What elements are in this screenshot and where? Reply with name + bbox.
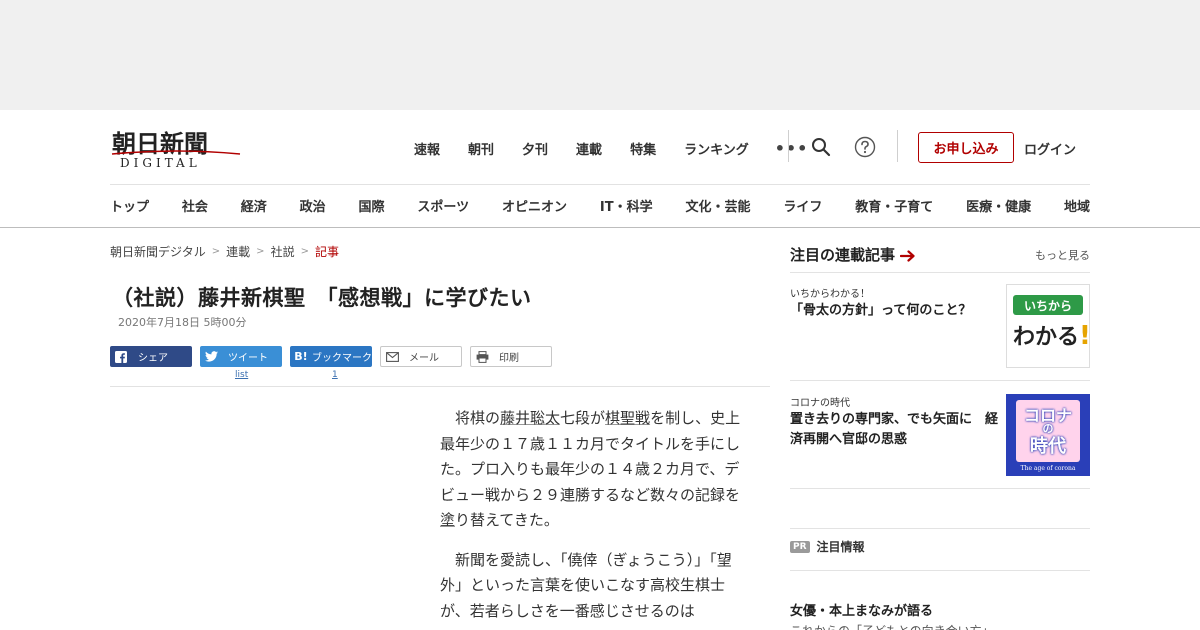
category-nav: トップ 社会 経済 政治 国際 スポーツ オピニオン IT・科学 文化・芸能 ラ… bbox=[110, 196, 1090, 215]
arrow-right-icon bbox=[900, 249, 915, 262]
twitter-count-link[interactable]: list bbox=[235, 370, 248, 380]
thumbnail-caption: The age of corona bbox=[1020, 465, 1076, 472]
see-more-link[interactable]: もっと見る bbox=[1035, 247, 1090, 263]
sidebar-heading-label: 注目の連載記事 bbox=[790, 246, 896, 264]
hatena-bookmark-button[interactable]: B! ブックマーク bbox=[290, 346, 372, 367]
breadcrumb: 朝日新聞デジタル > 連載 > 社説 > 記事 bbox=[110, 243, 339, 260]
sidebar-rule bbox=[790, 528, 1090, 529]
sidebar-rule bbox=[790, 380, 1090, 381]
logo-subtitle: DIGITAL bbox=[120, 156, 201, 170]
nav-features[interactable]: 特集 bbox=[630, 139, 656, 158]
print-button[interactable]: 印刷 bbox=[470, 346, 552, 367]
category-society[interactable]: 社会 bbox=[182, 196, 208, 215]
sidebar-rule bbox=[790, 272, 1090, 273]
search-icon[interactable] bbox=[808, 134, 834, 160]
facebook-share-button[interactable]: シェア bbox=[110, 346, 192, 367]
nav-evening[interactable]: 夕刊 bbox=[522, 139, 548, 158]
pr-section-heading: PR 注目情報 bbox=[790, 538, 865, 555]
breadcrumb-separator-icon: > bbox=[300, 246, 309, 257]
breadcrumb-editorial[interactable]: 社説 bbox=[271, 243, 295, 260]
thumbnail-line1: いちから bbox=[1023, 298, 1072, 313]
sidebar-rule bbox=[790, 488, 1090, 489]
more-menu-icon[interactable]: ••• bbox=[775, 139, 809, 158]
nav-morning[interactable]: 朝刊 bbox=[468, 139, 494, 158]
twitter-share-button[interactable]: ツイート bbox=[200, 346, 282, 367]
article-divider bbox=[110, 386, 770, 387]
category-culture[interactable]: 文化・芸能 bbox=[685, 196, 750, 215]
category-top[interactable]: トップ bbox=[110, 196, 149, 215]
twitter-bird-icon bbox=[200, 351, 222, 362]
promo-title[interactable]: 女優・本上まなみが語る bbox=[790, 600, 933, 619]
article-body: 将棋の藤井聡太七段が棋聖戦を制し、史上最年少の１７歳１１カ月でタイトルを手にした… bbox=[440, 406, 746, 630]
category-health[interactable]: 医療・健康 bbox=[966, 196, 1031, 215]
help-icon[interactable] bbox=[852, 134, 878, 160]
article-kicker: いちからわかる！ bbox=[790, 289, 870, 300]
twitter-share-label: ツイート bbox=[228, 353, 268, 364]
breadcrumb-separator-icon: > bbox=[256, 246, 265, 257]
site-logo[interactable]: 朝日新聞 DIGITAL bbox=[110, 124, 242, 170]
paragraph-text: 七段が bbox=[560, 409, 606, 427]
category-life[interactable]: ライフ bbox=[783, 196, 822, 215]
thumbnail-headline: わかる! bbox=[1013, 319, 1091, 351]
header-rule bbox=[110, 184, 1090, 185]
site-header: 朝日新聞 DIGITAL 速報 朝刊 夕刊 連載 特集 ランキング ••• お申… bbox=[0, 110, 1200, 228]
mail-share-label: メール bbox=[409, 353, 439, 364]
breadcrumb-home[interactable]: 朝日新聞デジタル bbox=[110, 243, 206, 260]
nav-series[interactable]: 連載 bbox=[576, 139, 602, 158]
print-label: 印刷 bbox=[499, 353, 519, 364]
glossary-link[interactable]: 塗 bbox=[440, 511, 455, 529]
breadcrumb-series[interactable]: 連載 bbox=[226, 243, 250, 260]
mail-share-button[interactable]: メール bbox=[380, 346, 462, 367]
category-economy[interactable]: 経済 bbox=[241, 196, 267, 215]
article-kicker: コロナの時代 bbox=[790, 398, 850, 409]
person-link[interactable]: 藤井聡太 bbox=[500, 409, 560, 427]
hatena-bookmark-label: ブックマーク bbox=[312, 353, 372, 364]
category-sports[interactable]: スポーツ bbox=[417, 196, 469, 215]
primary-nav: 速報 朝刊 夕刊 連載 特集 ランキング ••• bbox=[400, 137, 808, 159]
article-date: 2020年7月18日 5時00分 bbox=[118, 316, 247, 329]
paragraph-text: 将棋の bbox=[455, 409, 501, 427]
article-title: 「骨太の方針」って何のこと？ bbox=[790, 303, 972, 318]
subscribe-button[interactable]: お申し込み bbox=[918, 132, 1014, 163]
sidebar-heading[interactable]: 注目の連載記事 bbox=[790, 244, 916, 265]
paragraph-text: り替えてきた。 bbox=[455, 511, 559, 529]
topic-link[interactable]: 棋聖戦 bbox=[605, 409, 650, 427]
article-thumbnail: いちから わかる! bbox=[1006, 284, 1091, 368]
nav-ranking[interactable]: ランキング bbox=[684, 139, 749, 158]
ad-banner-area bbox=[0, 0, 1200, 110]
hatena-bookmark-icon: B! bbox=[294, 350, 308, 363]
article-title: 置き去りの専門家、でも矢面に 経済再開へ官邸の思惑 bbox=[790, 412, 999, 447]
category-it-science[interactable]: IT・科学 bbox=[600, 196, 653, 215]
login-link[interactable]: ログイン bbox=[1024, 139, 1076, 158]
header-divider bbox=[788, 130, 789, 162]
exclamation-icon: ! bbox=[1079, 321, 1091, 351]
breadcrumb-current: 記事 bbox=[314, 245, 339, 259]
category-international[interactable]: 国際 bbox=[359, 196, 385, 215]
pr-section-label: 注目情報 bbox=[816, 540, 865, 554]
promo-subtitle[interactable]: これからの「子どもとの向き合い方」 bbox=[790, 622, 994, 630]
mail-icon bbox=[381, 351, 403, 362]
pr-badge: PR bbox=[790, 540, 810, 553]
nav-breaking[interactable]: 速報 bbox=[414, 139, 440, 158]
thumbnail-line2: わかる bbox=[1013, 325, 1080, 350]
thumbnail-line3: 時代 bbox=[1030, 436, 1066, 457]
category-opinion[interactable]: オピニオン bbox=[502, 196, 567, 215]
breadcrumb-separator-icon: > bbox=[211, 246, 221, 257]
article-paragraph: 新聞を愛読し、「僥倖（ぎょうこう）」「望外」といった言葉を使いこなす高校生棋士が… bbox=[440, 550, 732, 620]
hatena-count-link[interactable]: 1 bbox=[332, 370, 338, 380]
article-paragraph: 将棋の藤井聡太七段が棋聖戦を制し、史上最年少の１７歳１１カ月でタイトルを手にした… bbox=[440, 406, 746, 534]
article-thumbnail: コロナ の 時代 The age of corona bbox=[1006, 394, 1090, 476]
facebook-icon bbox=[110, 350, 132, 363]
category-education[interactable]: 教育・子育て bbox=[855, 196, 933, 215]
header-divider bbox=[897, 130, 898, 162]
category-politics[interactable]: 政治 bbox=[300, 196, 326, 215]
print-icon bbox=[471, 350, 493, 363]
facebook-share-label: シェア bbox=[138, 353, 168, 364]
article-headline: （社説）藤井新棋聖 「感想戦」に学びたい bbox=[112, 286, 532, 310]
sidebar-rule bbox=[790, 570, 1090, 571]
category-local[interactable]: 地域 bbox=[1064, 196, 1090, 215]
thumbnail-label-band: いちから bbox=[1013, 295, 1083, 315]
